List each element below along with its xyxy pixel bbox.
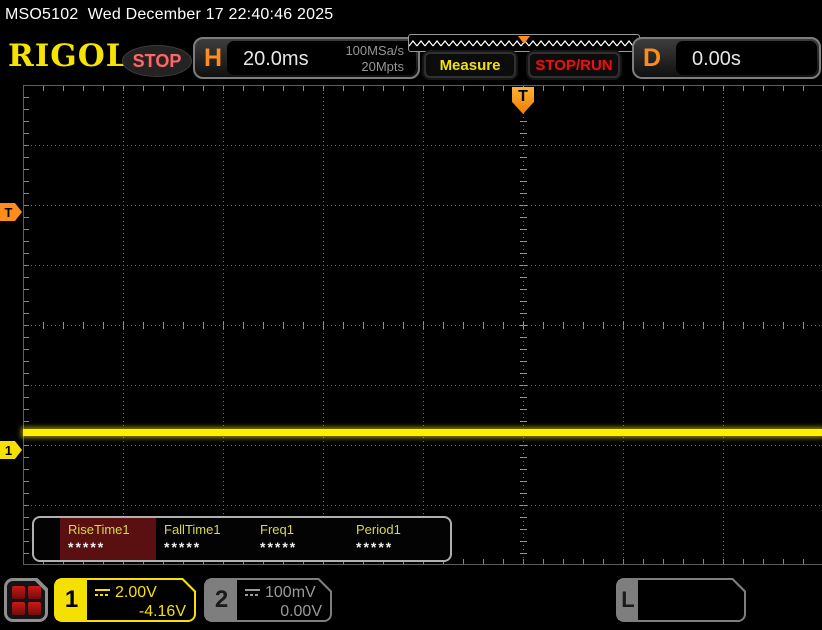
grid-line xyxy=(523,85,524,565)
logic-channels-row1: 0 1 2 3 4 5 6 7 xyxy=(646,621,723,630)
timebase-value: 20.0ms xyxy=(243,48,309,70)
waveform-memory-bar[interactable] xyxy=(408,34,640,52)
channel1-scale: 2.00V xyxy=(115,584,157,601)
delay-values: 0.00s xyxy=(676,41,817,75)
channel1-position-marker-label: 1 xyxy=(4,442,13,458)
trigger-position-marker-label: T xyxy=(518,88,528,105)
menu-grid-icon xyxy=(7,581,45,619)
channel1-offset: -4.16V xyxy=(138,603,186,620)
run-state-badge: STOP xyxy=(122,45,192,77)
measurement-freq[interactable]: Freq1 ***** xyxy=(252,518,348,560)
memory-depth: 20Mpts xyxy=(361,59,404,74)
channel2-offset: 0.00V xyxy=(280,603,322,620)
grid-line xyxy=(23,85,822,86)
horizontal-label: H xyxy=(204,44,223,72)
oscilloscope-screen: MSO5102 Wed December 17 22:40:46 2025 RI… xyxy=(0,0,822,630)
delay-settings-box[interactable]: D 0.00s xyxy=(632,37,821,79)
sample-rate: 100MSa/s xyxy=(345,43,404,58)
run-state-label: STOP xyxy=(132,50,182,71)
channel1-number: 1 xyxy=(56,580,87,620)
measurement-falltime[interactable]: FallTime1 ***** xyxy=(156,518,252,560)
stop-run-button-label: STOP/RUN xyxy=(535,56,613,74)
delay-value: 0.00s xyxy=(692,48,741,70)
menu-grid-button[interactable] xyxy=(4,578,48,622)
measure-button-label: Measure xyxy=(439,56,501,74)
horizontal-settings-box[interactable]: H 20.0ms 100MSa/s 20Mpts xyxy=(193,37,420,79)
grid-line xyxy=(623,85,624,565)
acquisition-info: 100MSa/s 20Mpts xyxy=(345,43,404,75)
stop-run-button[interactable]: STOP/RUN xyxy=(528,52,620,78)
grid-line xyxy=(123,85,124,565)
grid-line xyxy=(223,85,224,565)
measurement-risetime[interactable]: RiseTime1 ***** xyxy=(60,518,156,560)
measurement-label: Freq1 xyxy=(260,522,294,537)
delay-label: D xyxy=(643,44,662,72)
horizontal-values: 20.0ms 100MSa/s 20Mpts xyxy=(227,41,416,75)
channel2-badge[interactable]: 2 100mV 0.00V xyxy=(204,578,332,622)
channel2-number: 2 xyxy=(206,580,237,620)
measurement-panel: RiseTime1 ***** FallTime1 ***** Freq1 **… xyxy=(32,516,452,562)
measurement-value: ***** xyxy=(164,539,202,555)
measure-button[interactable]: Measure xyxy=(424,52,516,78)
logic-label: L xyxy=(618,580,638,620)
trigger-level-marker[interactable]: T xyxy=(0,203,22,221)
rigol-logo: RIGOL xyxy=(8,38,129,74)
channel2-scale: 100mV xyxy=(265,584,316,601)
measurement-value: ***** xyxy=(356,539,394,555)
measurement-period[interactable]: Period1 ***** xyxy=(348,518,444,560)
grid-line xyxy=(23,564,822,565)
measurement-label: RiseTime1 xyxy=(68,522,130,537)
grid-line xyxy=(23,85,24,565)
channel1-trace xyxy=(23,429,822,436)
channel1-position-marker[interactable]: 1 xyxy=(0,441,22,459)
dc-coupling-icon xyxy=(245,588,260,597)
trigger-position-marker[interactable]: T xyxy=(512,87,534,114)
logic-channels-badge[interactable]: L 0 1 2 3 4 5 6 7 8 9 1011 12131415 xyxy=(616,578,746,622)
channel1-badge[interactable]: 1 2.00V -4.16V xyxy=(54,578,196,622)
measurement-label: FallTime1 xyxy=(164,522,221,537)
measurement-label: Period1 xyxy=(356,522,401,537)
measurement-value: ***** xyxy=(68,539,106,555)
trigger-position-indicator-icon[interactable] xyxy=(518,36,530,44)
model-datetime-text: MSO5102 Wed December 17 22:40:46 2025 xyxy=(5,6,334,23)
graticule: T T 1 xyxy=(0,85,822,565)
grid-line xyxy=(423,85,424,565)
dc-coupling-icon xyxy=(95,588,110,597)
grid-line xyxy=(323,85,324,565)
grid-line xyxy=(723,85,724,565)
measurement-value: ***** xyxy=(260,539,298,555)
trigger-level-marker-label: T xyxy=(4,204,13,220)
